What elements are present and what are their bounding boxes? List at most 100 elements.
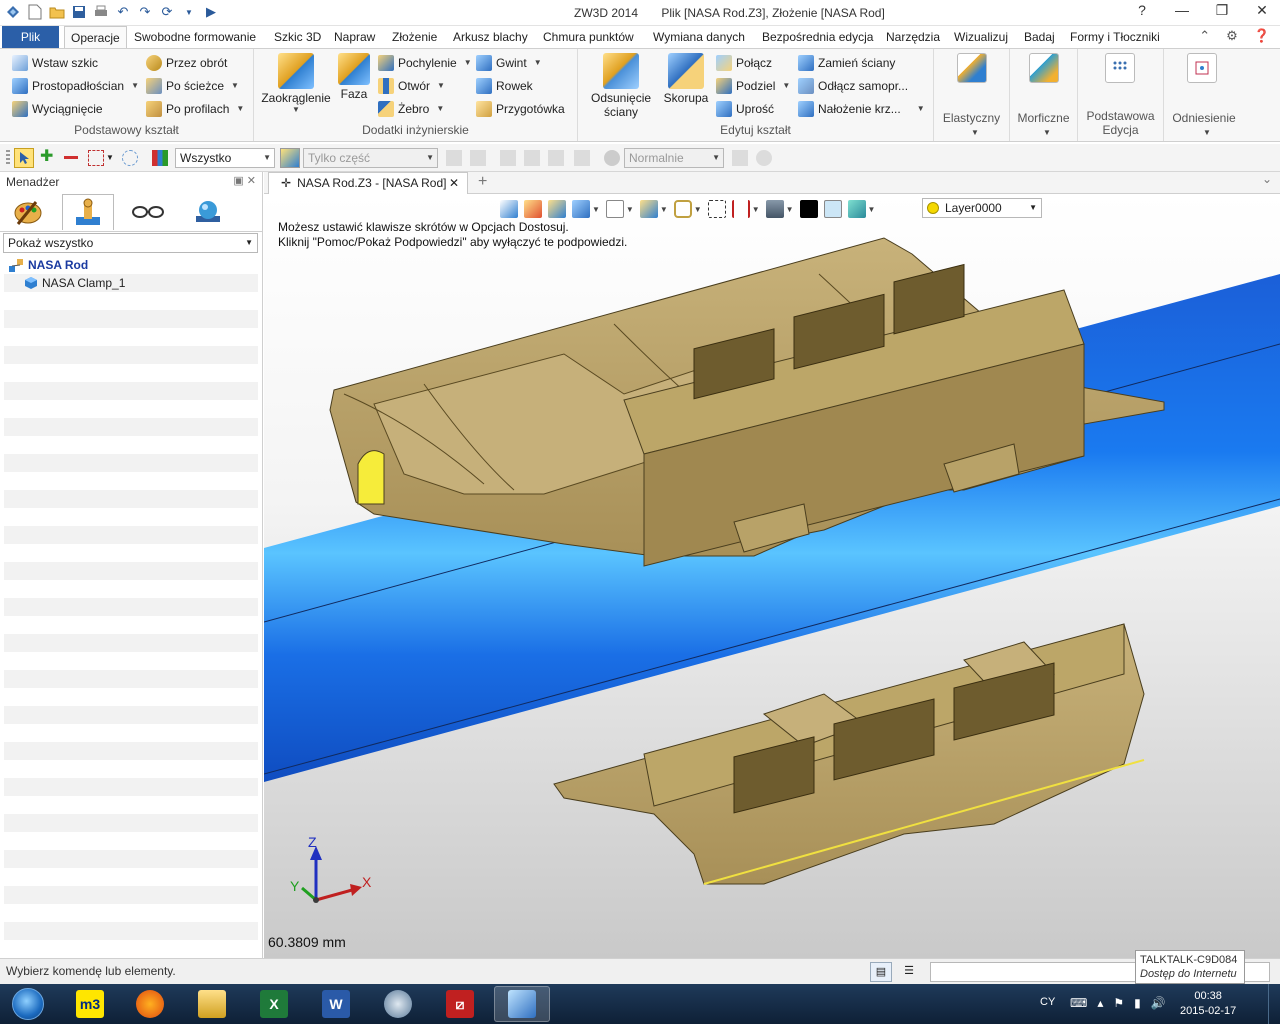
toolbar-disabled-icon-3[interactable] xyxy=(500,150,516,166)
tab-operacje[interactable]: Operacje xyxy=(64,26,127,48)
tree-item-root[interactable]: NASA Rod xyxy=(4,256,258,274)
lasso-select-icon[interactable] xyxy=(122,150,138,166)
eraser-icon[interactable] xyxy=(524,200,542,218)
tab-chmura-punktow[interactable]: Chmura punktów xyxy=(543,26,634,48)
thread-button[interactable]: Gwint ▼ xyxy=(476,53,542,73)
divide-dropdown-icon[interactable]: ▼ xyxy=(782,76,790,96)
toolbar-disabled-icon-2[interactable] xyxy=(470,150,486,166)
sweep-button[interactable]: Po ścieżce ▼ xyxy=(146,76,239,96)
layer-tool-icon[interactable] xyxy=(847,200,866,218)
replace-faces-button[interactable]: Zamień ściany xyxy=(798,53,895,73)
refresh-icon[interactable]: ⟳ xyxy=(158,3,176,21)
tab-render[interactable] xyxy=(182,194,234,230)
sweep-dropdown-icon[interactable]: ▼ xyxy=(231,76,239,96)
color-light-icon[interactable] xyxy=(823,200,842,218)
filter-icon[interactable] xyxy=(152,150,168,166)
taskbar-app-word[interactable]: W xyxy=(308,986,364,1022)
chamfer-button[interactable]: Faza xyxy=(334,53,374,101)
tab-history-palette[interactable] xyxy=(2,194,54,230)
taskbar-app-firefox[interactable] xyxy=(122,986,178,1022)
extrude-button[interactable]: Wyciągnięcie xyxy=(12,99,103,119)
overlay-dropdown-icon[interactable]: ▼ xyxy=(917,99,925,119)
fillet-dropdown-icon[interactable]: ▼ xyxy=(258,105,334,114)
settings-gear-icon[interactable]: ⚙ xyxy=(1226,28,1238,44)
orient-dropdown-icon[interactable]: ▼ xyxy=(660,205,668,214)
toolbar-disabled-icon-1[interactable] xyxy=(446,150,462,166)
tab-arkusz-blachy[interactable]: Arkusz blachy xyxy=(453,26,528,48)
orient-icon[interactable] xyxy=(639,200,658,218)
overlay-curve-button[interactable]: Nałożenie krz... ▼ xyxy=(798,99,925,119)
app-logo-icon[interactable] xyxy=(4,3,22,21)
collapse-ribbon-icon[interactable]: ⌃ xyxy=(1199,28,1210,44)
box-select-icon[interactable] xyxy=(88,150,104,166)
open-folder-icon[interactable] xyxy=(48,3,66,21)
tab-zlozenie[interactable]: Złożenie xyxy=(392,26,437,48)
document-tab[interactable]: ✛ NASA Rod.Z3 - [NASA Rod] ✕ xyxy=(268,172,468,194)
tab-wymiana-danych[interactable]: Wymiana danych xyxy=(653,26,745,48)
language-indicator[interactable]: CY xyxy=(1040,996,1055,1008)
divide-button[interactable]: Podziel ▼ xyxy=(716,76,790,96)
loft-dropdown-icon[interactable]: ▼ xyxy=(236,99,244,119)
hole-dropdown-icon[interactable]: ▼ xyxy=(437,76,445,96)
stock-button[interactable]: Przygotówka xyxy=(476,99,565,119)
section-icon[interactable] xyxy=(731,200,750,218)
basic-edit-button[interactable] xyxy=(1092,53,1148,85)
reference-button[interactable] xyxy=(1174,53,1230,85)
quick-access-dropdown-icon[interactable]: ▼ xyxy=(180,3,198,21)
background-dropdown-icon[interactable]: ▼ xyxy=(786,205,794,214)
help-icon[interactable]: ❓ xyxy=(1254,28,1270,44)
tab-badaj[interactable]: Badaj xyxy=(1024,26,1055,48)
toolbar-disabled-icon-6[interactable] xyxy=(574,150,590,166)
tab-narzedzia[interactable]: Narzędzia xyxy=(886,26,940,48)
3d-viewport[interactable]: Z X Y Możesz ustawić klawisze skrótów w … xyxy=(264,194,1280,958)
print-icon[interactable] xyxy=(92,3,110,21)
keyboard-icon[interactable]: ⌨ xyxy=(1070,996,1087,1010)
tab-wizualizuj[interactable]: Wizualizuj xyxy=(954,26,1008,48)
shell-button[interactable]: Skorupa xyxy=(662,53,710,105)
zoom-all-icon[interactable] xyxy=(707,200,726,218)
select-pointer-icon[interactable] xyxy=(14,148,34,168)
background-icon[interactable] xyxy=(765,200,784,218)
hole-button[interactable]: Otwór ▼ xyxy=(378,76,445,96)
toolbar-disabled-icon-4[interactable] xyxy=(524,150,540,166)
taskbar-app-m3[interactable]: m3 xyxy=(62,986,118,1022)
close-tab-icon[interactable]: ✕ xyxy=(449,173,459,193)
offset-face-button[interactable]: Odsunięcie ściany xyxy=(586,53,656,119)
close-button[interactable]: ✕ xyxy=(1252,2,1272,19)
section-dropdown-icon[interactable]: ▼ xyxy=(752,205,760,214)
network-icon[interactable]: ▮ xyxy=(1134,996,1141,1010)
thread-dropdown-icon[interactable]: ▼ xyxy=(534,53,542,73)
toolbar-disabled-icon-5[interactable] xyxy=(548,150,564,166)
tab-swobodne-formowanie[interactable]: Swobodne formowanie xyxy=(134,26,256,48)
tab-view[interactable] xyxy=(122,194,174,230)
flex-dropdown-icon[interactable]: ▼ xyxy=(971,128,979,137)
tab-napraw[interactable]: Napraw xyxy=(334,26,375,48)
box-button[interactable]: Prostopadłościan ▼ xyxy=(12,76,139,96)
minimize-button[interactable]: — xyxy=(1172,2,1192,19)
remove-selection-icon[interactable] xyxy=(64,156,78,159)
filter-select[interactable]: Wszystko ▼ xyxy=(175,148,275,168)
add-selection-icon[interactable]: ✚ xyxy=(40,149,56,166)
new-file-icon[interactable] xyxy=(26,3,44,21)
flag-icon[interactable]: ⚑ xyxy=(1113,996,1124,1010)
rib-dropdown-icon[interactable]: ▼ xyxy=(436,99,444,119)
draft-dropdown-icon[interactable]: ▼ xyxy=(464,53,472,73)
display-mode-icon[interactable] xyxy=(572,200,590,218)
view-cube-dropdown-icon[interactable]: ▼ xyxy=(626,205,634,214)
zoom-dropdown-icon[interactable]: ▼ xyxy=(694,205,702,214)
box-select-dropdown-icon[interactable]: ▼ xyxy=(106,150,122,166)
revolve-button[interactable]: Przez obrót xyxy=(146,53,227,73)
groove-button[interactable]: Rowek xyxy=(476,76,533,96)
start-button[interactable] xyxy=(2,985,54,1023)
part-only-select[interactable]: Tylko część ▼ xyxy=(303,148,438,168)
mode-select[interactable]: Normalnie ▼ xyxy=(624,148,724,168)
tab-assembly-tree[interactable] xyxy=(62,194,114,230)
redo-icon[interactable]: ↷ xyxy=(136,3,154,21)
display-mode-dropdown-icon[interactable]: ▼ xyxy=(592,205,600,214)
layer-tool-dropdown-icon[interactable]: ▼ xyxy=(868,205,876,214)
3d-scene[interactable] xyxy=(264,194,1280,958)
part-filter-icon[interactable] xyxy=(280,148,300,168)
manager-panel-controls[interactable]: ▣ ✕ xyxy=(233,174,256,187)
box-dropdown-icon[interactable]: ▼ xyxy=(131,76,139,96)
loft-button[interactable]: Po profilach ▼ xyxy=(146,99,244,119)
